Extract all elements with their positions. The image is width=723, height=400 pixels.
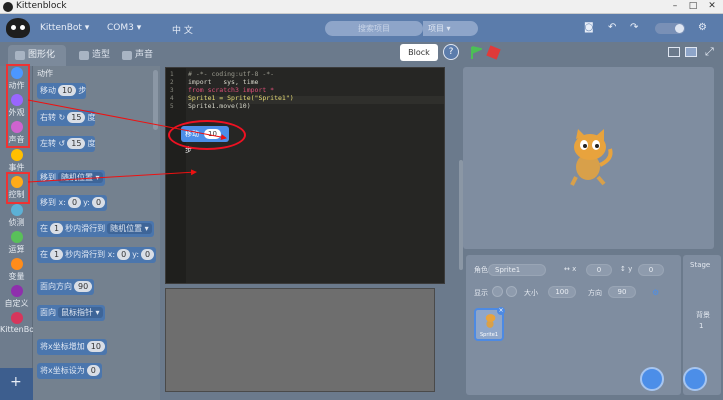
arrow-line: [27, 169, 197, 183]
sprite-name-input[interactable]: Sprite1: [488, 264, 546, 276]
cat-thumb-icon: [485, 314, 496, 328]
fullscreen-icon[interactable]: ⤢: [705, 45, 714, 59]
sprite-thumb-name: Sprite1: [479, 332, 498, 338]
add-backdrop-button[interactable]: [683, 367, 707, 391]
stage[interactable]: [463, 67, 714, 249]
hide-eye-icon[interactable]: [506, 286, 517, 297]
direction-input[interactable]: 90: [608, 286, 636, 298]
green-flag-icon[interactable]: [470, 46, 482, 60]
cat-sprite-icon: [570, 129, 613, 186]
sprite-name-label: 角色: [474, 266, 488, 274]
arrow-line: [27, 99, 227, 141]
stop-icon[interactable]: [486, 45, 501, 60]
show-label: 显示: [474, 289, 488, 297]
backdrops-count: 1: [699, 322, 704, 330]
robot-icon[interactable]: ⚙: [652, 288, 659, 297]
large-stage-icon[interactable]: [685, 47, 697, 57]
y-label: ↕ y: [620, 265, 633, 273]
direction-label: 方向: [588, 289, 602, 297]
backdrops-label: 背景: [696, 311, 710, 319]
add-sprite-button[interactable]: [640, 367, 664, 391]
y-input[interactable]: 0: [638, 264, 664, 276]
size-input[interactable]: 100: [548, 286, 576, 298]
show-eye-icon[interactable]: [492, 286, 503, 297]
x-label: ↔ x: [564, 265, 577, 273]
stage-title: Stage: [690, 261, 711, 269]
size-label: 大小: [524, 289, 538, 297]
sprite-thumbnail[interactable]: × Sprite1: [474, 307, 505, 341]
stage-toolbar: ⤢: [463, 42, 723, 66]
x-input[interactable]: 0: [586, 264, 612, 276]
small-stage-icon[interactable]: [668, 47, 680, 57]
